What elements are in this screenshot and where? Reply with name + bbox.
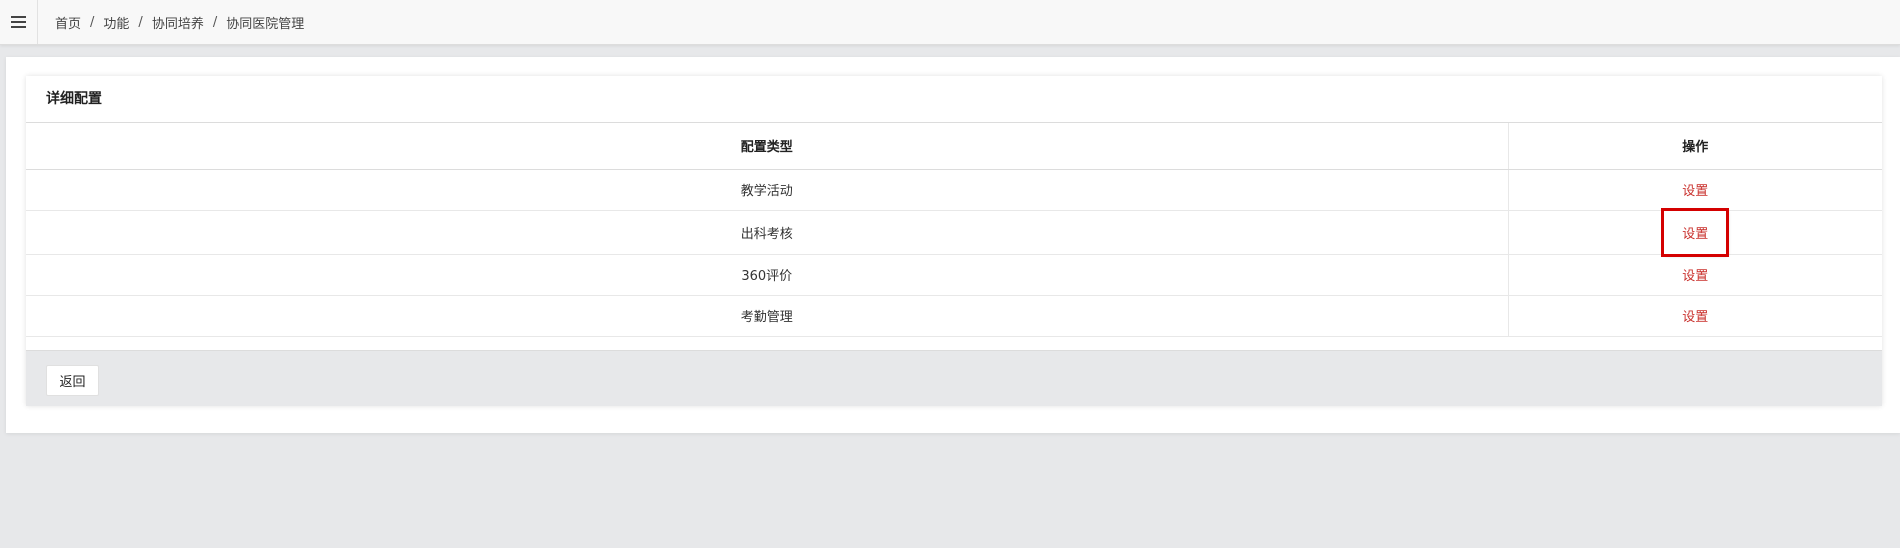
- table-row: 教学活动 设置: [26, 169, 1882, 211]
- top-navbar: 首页 / 功能 / 协同培养 / 协同医院管理: [0, 0, 1900, 45]
- config-type-cell: 考勤管理: [26, 295, 1509, 337]
- config-type-cell: 教学活动: [26, 169, 1509, 211]
- config-type-cell: 出科考核: [26, 210, 1509, 255]
- action-cell: 设置: [1508, 169, 1882, 211]
- action-cell: 设置: [1508, 254, 1882, 296]
- breadcrumb-separator: /: [90, 14, 95, 30]
- table-row: 出科考核 设置: [26, 207, 1882, 257]
- action-cell: 设置: [1508, 207, 1882, 257]
- settings-link[interactable]: 设置: [1682, 304, 1708, 327]
- breadcrumb-function[interactable]: 功能: [103, 13, 129, 32]
- breadcrumb-separator: /: [212, 14, 218, 30]
- config-panel: 详细配置 配置类型 操作 教学活动 设置 出科考核 设置 360评价 设置 考勤…: [26, 76, 1882, 406]
- breadcrumb-collab-training[interactable]: 协同培养: [152, 13, 204, 32]
- config-table: 配置类型 操作 教学活动 设置 出科考核 设置 360评价 设置 考勤管理 设置: [26, 123, 1882, 337]
- breadcrumb-separator: /: [138, 14, 143, 30]
- action-cell: 设置: [1508, 295, 1882, 337]
- breadcrumb: 首页 / 功能 / 协同培养 / 协同医院管理: [38, 13, 304, 32]
- back-button[interactable]: 返回: [46, 365, 99, 396]
- settings-link-highlighted[interactable]: 设置: [1661, 207, 1730, 257]
- table-header-row: 配置类型 操作: [26, 123, 1882, 170]
- breadcrumb-home[interactable]: 首页: [55, 13, 81, 32]
- panel-footer: 返回: [26, 350, 1882, 406]
- hamburger-icon: [11, 16, 26, 28]
- settings-link[interactable]: 设置: [1682, 263, 1708, 286]
- settings-link[interactable]: 设置: [1682, 178, 1708, 201]
- column-header-action: 操作: [1508, 123, 1882, 170]
- column-header-config-type: 配置类型: [26, 123, 1509, 170]
- breadcrumb-current: 协同医院管理: [226, 16, 305, 32]
- panel-title: 详细配置: [26, 76, 1882, 123]
- menu-toggle-button[interactable]: [0, 0, 38, 44]
- table-row: 考勤管理 设置: [26, 295, 1882, 337]
- config-type-cell: 360评价: [26, 254, 1509, 296]
- table-row: 360评价 设置: [26, 254, 1882, 296]
- content-wrapper: 详细配置 配置类型 操作 教学活动 设置 出科考核 设置 360评价 设置 考勤…: [6, 57, 1900, 433]
